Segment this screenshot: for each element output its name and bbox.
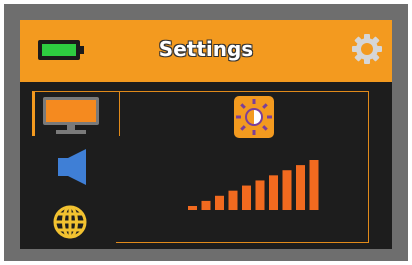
brightness-icon [234,96,274,138]
brightness-bar[interactable] [201,200,211,210]
page-title: Settings [158,37,254,61]
speaker-icon[interactable] [56,148,90,186]
brightness-bar[interactable] [309,160,319,210]
header-bar: Settings [20,20,392,82]
brightness-bar[interactable] [269,175,278,210]
monitor-icon[interactable] [42,96,100,136]
globe-icon[interactable] [52,204,88,240]
gear-icon[interactable] [350,32,384,66]
brightness-bar[interactable] [255,180,265,210]
brightness-bar[interactable] [228,190,238,210]
brightness-bar[interactable] [242,185,251,210]
brightness-bar[interactable] [296,165,305,210]
brightness-bar[interactable] [215,195,224,210]
settings-screen: Settings [20,20,392,249]
brightness-bar[interactable] [188,206,197,210]
brightness-bar[interactable] [282,170,292,210]
brightness-level-bars[interactable] [188,158,328,210]
